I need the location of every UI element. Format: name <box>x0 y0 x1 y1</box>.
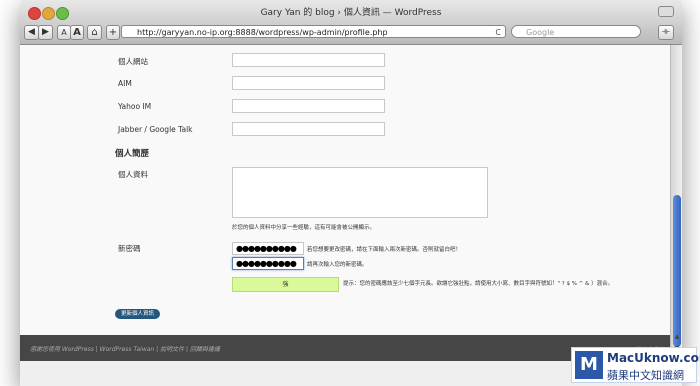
text-smaller-button[interactable]: A <box>57 25 71 40</box>
window-title: Gary Yan 的 blog › 個人資訊 — WordPress <box>260 8 442 18</box>
watermark-line2: 蘋果中文知識網 <box>607 369 684 382</box>
text-larger-button[interactable]: A <box>70 25 84 40</box>
scroll-up-arrow[interactable]: ▲ <box>672 333 682 342</box>
browser-window: Gary Yan 的 blog › 個人資訊 — WordPress ◀ ▶ A… <box>20 0 682 386</box>
scrollbar-thumb[interactable] <box>673 195 681 347</box>
footer-links[interactable]: 感謝您使用 WordPress | WordPress Taiwan | 說明文… <box>30 344 220 353</box>
about-section-title: 個人簡歷 <box>115 149 150 159</box>
url-text: http://garyyan.no-ip.org:8888/wordpress/… <box>137 28 388 37</box>
password-hint: 提示：您的密碼應該至少七個字元長。欲讓它強壯點，請使用大小寫、數目字與符號如！"… <box>343 281 614 287</box>
update-profile-button[interactable]: 更新個人資訊 <box>115 309 160 319</box>
website-label: 個人網站 <box>118 57 148 66</box>
toolbar-toggle-button[interactable] <box>658 6 674 17</box>
bio-label: 個人資料 <box>118 170 148 179</box>
password-strength-indicator: 強 <box>232 277 339 292</box>
bookmarks-button[interactable]: ⟛ <box>658 25 674 40</box>
address-field[interactable]: http://garyyan.no-ip.org:8888/wordpress/… <box>121 25 506 38</box>
website-input[interactable] <box>232 53 385 67</box>
bio-note: 於您的個人資料中分享一些經驗，這有可能會被公開顯示。 <box>232 225 376 231</box>
forward-button[interactable]: ▶ <box>38 25 53 40</box>
home-button[interactable]: ⌂ <box>87 25 102 40</box>
macuknow-logo-icon: M <box>575 351 603 379</box>
add-bookmark-button[interactable]: + <box>106 25 120 40</box>
aim-label: AIM <box>118 79 132 88</box>
confirm-password-note: 請再次輸入您的新密碼。 <box>307 262 368 268</box>
search-input[interactable]: Google <box>511 25 641 38</box>
password-note: 若您想要更改密碼，請在下面輸入兩次新密碼。否則就留白吧！ <box>307 247 462 253</box>
new-password-input[interactable]: ●●●●●●●●●● <box>232 242 304 255</box>
search-placeholder: Google <box>526 28 555 37</box>
jabber-input[interactable] <box>232 122 385 136</box>
new-password-label: 新密碼 <box>118 244 141 253</box>
watermark: M MacUknow.com 蘋果中文知識網 <box>571 347 700 383</box>
jabber-label: Jabber / Google Talk <box>118 125 193 134</box>
aim-input[interactable] <box>232 76 385 90</box>
watermark-line1: MacUknow.com <box>607 351 700 365</box>
yahoo-input[interactable] <box>232 99 385 113</box>
yahoo-label: Yahoo IM <box>118 102 152 111</box>
back-button[interactable]: ◀ <box>24 25 39 40</box>
confirm-password-input[interactable]: ●●●●●●●●●● <box>232 257 304 270</box>
vertical-scrollbar[interactable]: ▲ ▼ <box>670 45 682 361</box>
reload-icon[interactable]: C <box>495 26 501 39</box>
title-bar: Gary Yan 的 blog › 個人資訊 — WordPress ◀ ▶ A… <box>20 0 682 45</box>
profile-content: 個人網站 AIM Yahoo IM Jabber / Google Talk 個… <box>20 45 670 335</box>
bio-textarea[interactable] <box>232 167 488 218</box>
